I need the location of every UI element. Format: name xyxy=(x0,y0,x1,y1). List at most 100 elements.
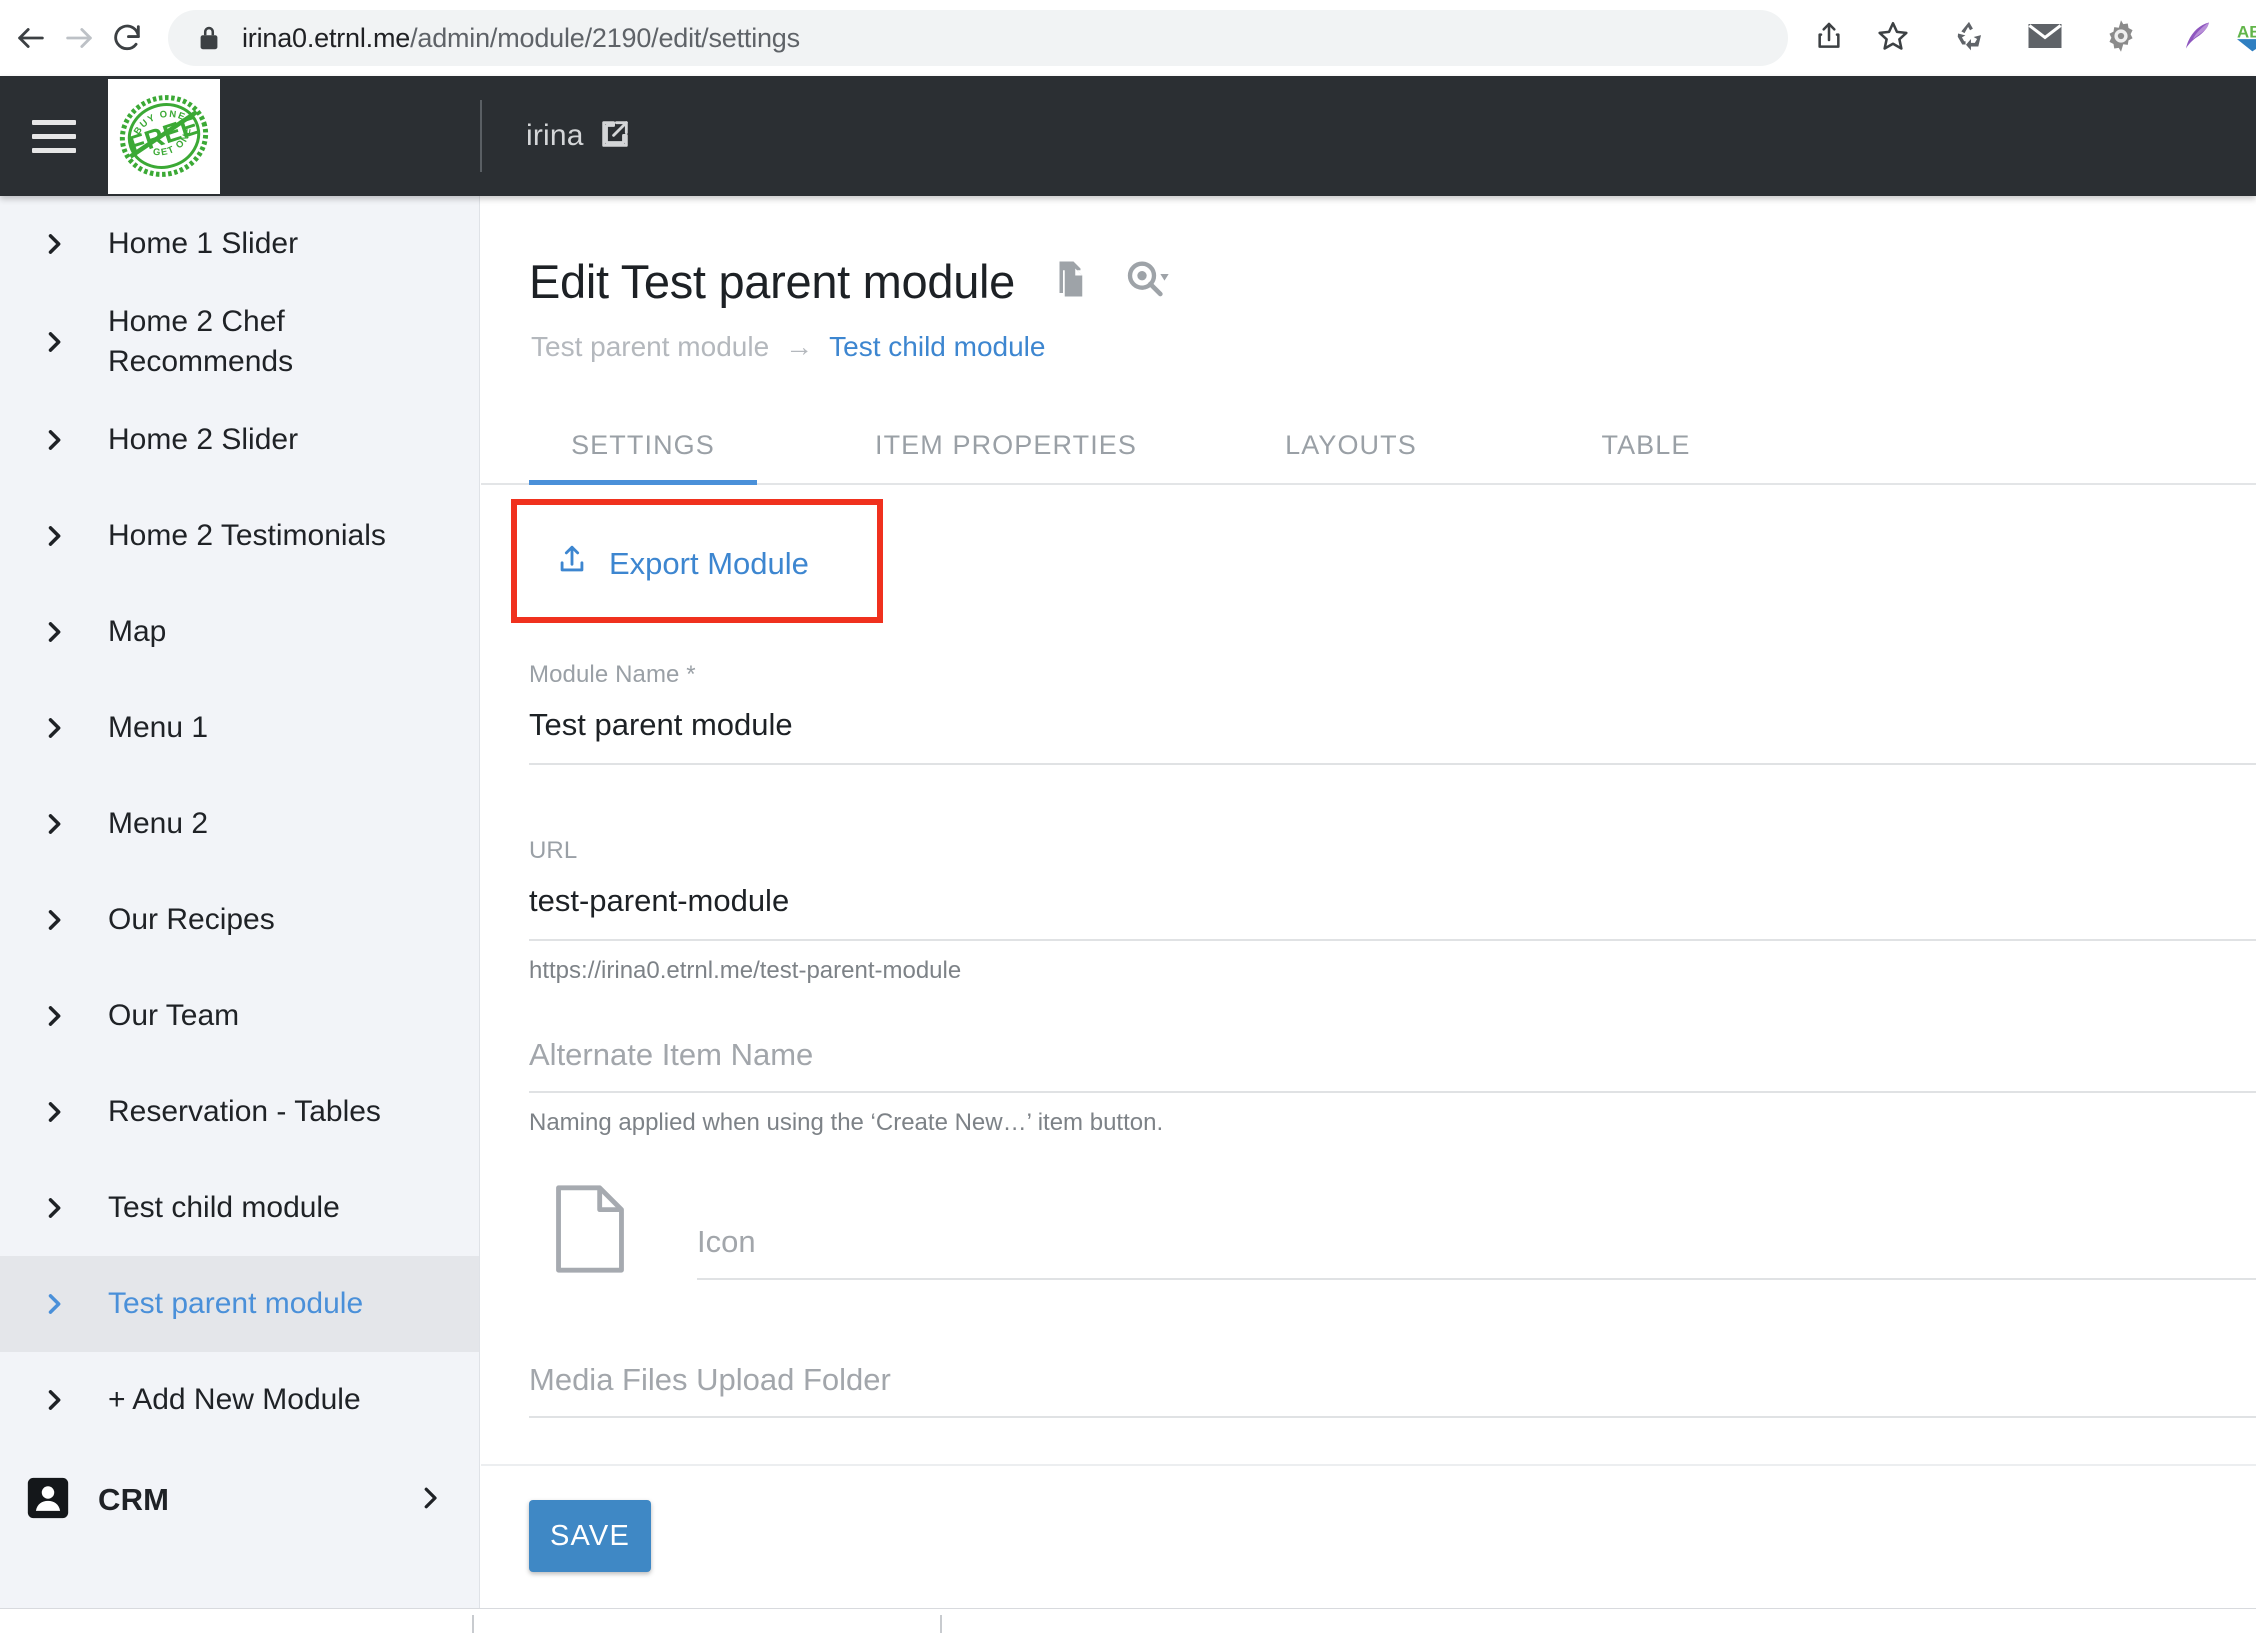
save-button[interactable]: SAVE xyxy=(529,1500,651,1572)
url-path: /admin/module/2190/edit/settings xyxy=(410,22,800,53)
app-header: BUY ONE GET ONE FREE irina xyxy=(0,76,2256,196)
alternate-item-name-input[interactable]: Alternate Item Name xyxy=(529,1037,2256,1073)
address-bar[interactable]: irina0.etrnl.me/admin/module/2190/edit/s… xyxy=(168,10,1788,66)
sidebar-item-map[interactable]: Map xyxy=(0,584,479,680)
sidebar-item-test-child-module[interactable]: Test child module xyxy=(0,1160,479,1256)
sidebar-item-home-2-slider[interactable]: Home 2 Slider xyxy=(0,392,479,488)
open-in-new-icon xyxy=(598,117,632,156)
sidebar-item-test-parent-module[interactable]: Test parent module xyxy=(0,1255,479,1352)
chevron-right-icon xyxy=(0,230,108,258)
media-folder-underline xyxy=(529,1416,2256,1418)
export-module-area: Export Module xyxy=(511,499,899,623)
icon-input[interactable]: Icon xyxy=(697,1224,2256,1260)
chevron-right-icon xyxy=(0,1386,108,1414)
share-button[interactable] xyxy=(1800,9,1858,67)
forward-button[interactable] xyxy=(62,9,96,67)
extension-gear[interactable] xyxy=(2092,9,2150,67)
field-media-folder: Media Files Upload Folder xyxy=(481,1362,2256,1418)
reload-button[interactable] xyxy=(110,9,144,67)
sidebar-item-our-recipes[interactable]: Our Recipes xyxy=(0,872,479,968)
breadcrumb-child-link[interactable]: Test child module xyxy=(829,331,1045,363)
ab-logo-icon: AB xyxy=(2237,19,2256,58)
alternate-item-name-hint: Naming applied when using the ‘Create Ne… xyxy=(529,1109,1164,1136)
tab-item-properties[interactable]: ITEM PROPERTIES xyxy=(871,430,1141,483)
sidebar-item-label: Home 2 Chef Recommends xyxy=(108,305,294,378)
chevron-right-icon xyxy=(0,1098,108,1126)
url-text: irina0.etrnl.me/admin/module/2190/edit/s… xyxy=(242,23,800,54)
tab-settings[interactable]: SETTINGS xyxy=(529,430,757,485)
tab-table[interactable]: TABLE xyxy=(1581,430,1711,483)
sidebar-item-label: Test child module xyxy=(108,1190,340,1224)
reload-icon xyxy=(110,21,144,55)
extension-feather[interactable] xyxy=(2168,9,2226,67)
chevron-right-icon xyxy=(0,714,108,742)
sidebar-item-label: Map xyxy=(108,614,167,648)
field-module-name: Module Name * Test parent module xyxy=(481,661,2256,765)
hamburger-menu-icon[interactable] xyxy=(0,76,108,196)
lock-icon xyxy=(194,24,224,52)
sidebar-item-reservation-tables[interactable]: Reservation - Tables xyxy=(0,1064,479,1160)
extension-recycle[interactable] xyxy=(1940,9,1998,67)
chevron-right-icon xyxy=(415,1483,445,1518)
url-host: irina0.etrnl.me xyxy=(242,22,411,53)
document-file-icon xyxy=(553,1183,627,1280)
sidebar-item-menu-2[interactable]: Menu 2 xyxy=(0,776,479,872)
tab-layouts[interactable]: LAYOUTS xyxy=(1261,430,1441,483)
mail-icon xyxy=(2027,22,2063,55)
module-name-input[interactable]: Test parent module xyxy=(529,689,2256,743)
page-title: Edit Test parent module xyxy=(529,255,1016,308)
forward-arrow-icon xyxy=(62,21,96,55)
browser-actions: AB xyxy=(1794,9,2256,67)
duplicate-module-button[interactable] xyxy=(1049,258,1091,305)
site-link[interactable]: irina xyxy=(526,117,632,156)
sidebar-item-add-new-module[interactable]: + Add New Module xyxy=(0,1352,479,1448)
share-icon xyxy=(1813,20,1845,57)
preview-module-button[interactable] xyxy=(1125,259,1169,304)
preview-search-icon xyxy=(1125,259,1169,304)
footer-divider-left xyxy=(472,1615,474,1633)
save-bar: SAVE xyxy=(481,1464,2256,1572)
sidebar-item-crm[interactable]: CRM xyxy=(0,1448,479,1552)
sidebar-item-menu-1[interactable]: Menu 1 xyxy=(0,680,479,776)
url-input[interactable]: test-parent-module xyxy=(529,865,2256,919)
sidebar-item-label: Home 2 Testimonials xyxy=(108,518,386,552)
sidebar-item-home-2-testimonials[interactable]: Home 2 Testimonials xyxy=(0,488,479,584)
sidebar-item-home-2-chef-recommends[interactable]: Home 2 Chef Recommends xyxy=(0,292,479,392)
export-module-label: Export Module xyxy=(609,546,809,581)
brand-logo[interactable]: BUY ONE GET ONE FREE xyxy=(108,78,220,194)
tab-bar: SETTINGS ITEM PROPERTIES LAYOUTS TABLE xyxy=(481,409,2256,485)
sidebar-item-label: Our Team xyxy=(108,998,240,1032)
sidebar-item-label: Menu 1 xyxy=(108,710,209,744)
bookmark-button[interactable] xyxy=(1864,9,1922,67)
media-folder-input[interactable]: Media Files Upload Folder xyxy=(529,1362,2256,1398)
feather-icon xyxy=(2179,18,2215,59)
extension-ab-logo[interactable]: AB xyxy=(2228,9,2256,67)
free-stamp-icon: BUY ONE GET ONE FREE xyxy=(119,95,209,177)
sidebar-item-our-team[interactable]: Our Team xyxy=(0,968,479,1064)
sidebar-item-home-1-slider[interactable]: Home 1 Slider xyxy=(0,196,479,292)
field-icon-row: Icon xyxy=(481,1183,2256,1280)
sidebar-nav-list: Home 1 Slider Home 2 Chef Recommends Home … xyxy=(0,196,479,1448)
icon-preview[interactable] xyxy=(529,1183,697,1280)
chevron-right-icon xyxy=(0,1002,108,1030)
field-icon: Icon xyxy=(697,1224,2256,1280)
chevron-right-icon xyxy=(0,1194,108,1222)
export-module-button[interactable]: Export Module xyxy=(529,521,835,607)
person-badge-icon xyxy=(26,1476,70,1525)
sidebar: Home 1 Slider Home 2 Chef Recommends Home … xyxy=(0,196,480,1608)
back-button[interactable] xyxy=(14,9,48,67)
sidebar-item-label: Reservation - Tables xyxy=(108,1094,381,1128)
chevron-right-icon xyxy=(0,426,108,454)
chevron-right-icon xyxy=(0,328,108,356)
sidebar-item-label: Home 2 Slider xyxy=(108,422,299,456)
module-name-label: Module Name * xyxy=(529,661,696,688)
sidebar-item-crm-label: CRM xyxy=(98,1482,170,1518)
sidebar-item-label: Home 1 Slider xyxy=(108,227,299,261)
star-icon xyxy=(1876,19,1910,58)
recycle-icon xyxy=(1951,18,1987,59)
sidebar-item-label: Menu 2 xyxy=(108,806,209,840)
gear-icon xyxy=(2103,18,2139,59)
site-name: irina xyxy=(526,119,584,152)
extension-mail[interactable] xyxy=(2016,9,2074,67)
breadcrumb-parent: Test parent module xyxy=(531,331,770,362)
